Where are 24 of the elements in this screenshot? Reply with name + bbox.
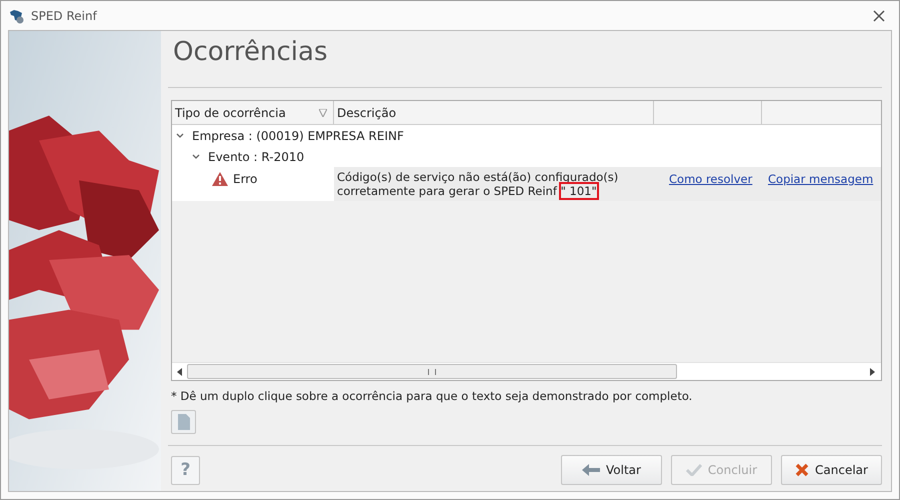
- back-arrow-icon: [582, 464, 600, 476]
- hint-text: * Dê um duplo clique sobre a ocorrência para que o texto seja demonstrado por completo.: [171, 389, 694, 403]
- table-cell: Código(s) de serviço não está(ão) configurado(s) corretamente para gerar o SPED Reinf " 101": [334, 167, 654, 201]
- column-header[interactable]: Descrição: [334, 101, 654, 124]
- scroll-left-icon[interactable]: [177, 368, 182, 376]
- table-cell: Erro: [233, 172, 258, 186]
- scroll-right-icon[interactable]: [870, 368, 875, 376]
- document-icon: [178, 414, 190, 430]
- expanded-chevron-icon[interactable]: [192, 154, 200, 160]
- close-icon[interactable]: [873, 10, 885, 22]
- window-title: SPED Reinf: [31, 8, 98, 22]
- expanded-chevron-icon[interactable]: [176, 132, 184, 138]
- horizontal-scrollbar[interactable]: [172, 362, 881, 380]
- filter-icon[interactable]: [319, 108, 327, 116]
- column-header[interactable]: Tipo de ocorrência: [172, 101, 334, 124]
- back-button[interactable]: Voltar: [561, 455, 662, 485]
- cancel-button[interactable]: Cancelar: [781, 455, 882, 485]
- group-label[interactable]: Evento : R-2010: [208, 150, 304, 164]
- map-icon: [9, 8, 25, 24]
- warning-icon: [212, 172, 228, 186]
- check-icon: [686, 464, 702, 476]
- page-heading: Ocorrências: [172, 36, 328, 69]
- cross-icon: [795, 463, 810, 477]
- group-label[interactable]: Empresa : (00019) EMPRESA REINF: [192, 128, 404, 142]
